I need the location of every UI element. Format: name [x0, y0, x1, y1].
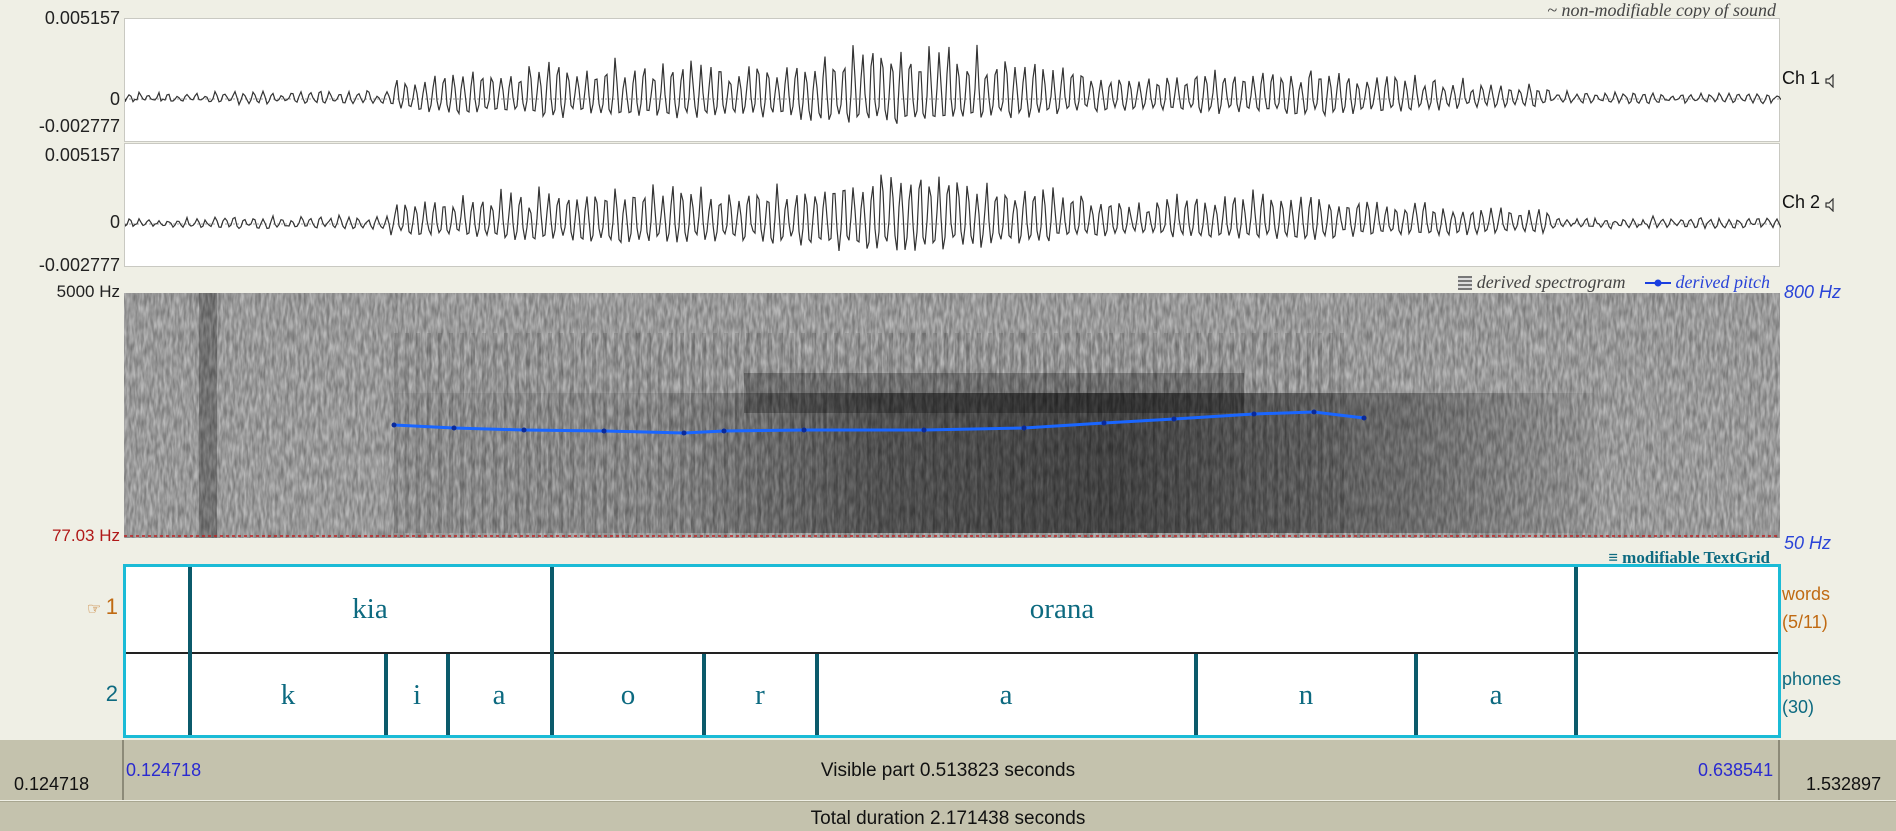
ch2-waveform-trace: [125, 174, 1781, 252]
phone-interval[interactable]: a: [493, 679, 506, 712]
visible-part-label[interactable]: Visible part 0.513823 seconds: [0, 760, 1896, 782]
phone-interval[interactable]: k: [281, 679, 296, 712]
tier-separator: [126, 652, 1778, 654]
pitch-point: [1101, 420, 1107, 426]
channel-1-label[interactable]: Ch 1: [1782, 68, 1837, 89]
phone-boundary[interactable]: [1414, 654, 1418, 735]
word-boundary[interactable]: [1574, 567, 1578, 735]
tier-2-count: (30): [1782, 697, 1815, 717]
phone-boundary[interactable]: [702, 654, 706, 735]
tier-2-number[interactable]: 2: [68, 681, 118, 707]
pitch-top-label: 800 Hz: [1784, 282, 1842, 302]
ch2-max-label: 0.005157: [44, 145, 120, 165]
pitch-legend-icon: [1644, 273, 1671, 294]
phone-interval[interactable]: o: [621, 679, 636, 712]
pitch-point: [681, 430, 687, 436]
tier-1-name[interactable]: words (5/11): [1782, 580, 1830, 636]
pitch-point: [521, 427, 527, 433]
word-boundary[interactable]: [188, 567, 192, 735]
right-divider: [1778, 740, 1780, 800]
pitch-point: [1361, 415, 1367, 421]
phone-interval[interactable]: r: [755, 679, 765, 712]
tier-1-index: 1: [105, 594, 118, 619]
spectrogram-legend-label: derived spectrogram: [1476, 272, 1626, 292]
pitch-point: [1021, 425, 1027, 431]
phone-boundary[interactable]: [384, 654, 388, 735]
phone-boundary[interactable]: [815, 654, 819, 735]
phone-interval[interactable]: a: [1000, 679, 1013, 712]
tier-1-number[interactable]: ☞ 1: [68, 594, 118, 620]
channel-1-text: Ch 1: [1782, 68, 1821, 88]
word-interval[interactable]: kia: [352, 593, 387, 626]
pointing-hand-icon: ☞: [86, 601, 106, 618]
tier-2-name-label: phones: [1782, 669, 1842, 689]
pitch-point: [1311, 409, 1317, 415]
spectrogram-panel[interactable]: [124, 293, 1780, 538]
tier-1-count: (5/11): [1782, 612, 1828, 632]
textgrid-editor[interactable]: kia orana k i a o r a n a: [123, 564, 1781, 738]
total-duration-label[interactable]: Total duration 2.171438 seconds: [0, 808, 1896, 830]
ch1-zero-label: 0: [109, 89, 120, 109]
pitch-point: [921, 427, 927, 433]
channel-2-label[interactable]: Ch 2: [1782, 192, 1837, 213]
spectrogram-top-freq: 5000 Hz: [56, 282, 120, 301]
ch2-min-label: -0.002777: [38, 255, 120, 275]
tier-2-name[interactable]: phones (30): [1782, 665, 1841, 721]
pitch-point: [451, 425, 457, 431]
pitch-point: [601, 428, 607, 434]
speaker-icon[interactable]: [1825, 196, 1837, 213]
phone-boundary[interactable]: [446, 654, 450, 735]
total-duration-bar[interactable]: Total duration 2.171438 seconds: [0, 801, 1896, 831]
visible-part-bar[interactable]: 0.124718 0.124718 Visible part 0.513823 …: [0, 740, 1896, 800]
speaker-icon[interactable]: [1825, 72, 1837, 89]
ch2-zero-label: 0: [109, 212, 120, 232]
visible-end-time[interactable]: 0.638541: [1698, 760, 1773, 781]
pitch-point: [801, 427, 807, 433]
phone-interval[interactable]: a: [1490, 679, 1503, 712]
spectrogram-legend-icon: [1457, 276, 1472, 291]
word-boundary[interactable]: [550, 567, 554, 735]
word-interval[interactable]: orana: [1030, 593, 1094, 626]
ch1-max-label: 0.005157: [44, 8, 120, 28]
tier-1-name-label: words: [1782, 584, 1831, 604]
pitch-point: [391, 422, 397, 428]
pitch-bottom-label: 50 Hz: [1784, 533, 1832, 553]
spectrogram-legend: derived spectrogram derived pitch: [1457, 272, 1770, 294]
pitch-point: [1171, 416, 1177, 422]
channel-2-text: Ch 2: [1782, 192, 1821, 212]
channel-1-waveform[interactable]: [124, 18, 1781, 142]
phone-interval[interactable]: i: [413, 679, 421, 712]
phone-boundary[interactable]: [1194, 654, 1198, 735]
window-end-time[interactable]: 1.532897: [1806, 774, 1881, 795]
phone-interval[interactable]: n: [1299, 679, 1314, 712]
pitch-point: [721, 428, 727, 434]
pitch-legend-label: derived pitch: [1675, 272, 1770, 292]
ch1-min-label: -0.002777: [38, 116, 120, 136]
channel-2-waveform[interactable]: [124, 143, 1781, 267]
ch1-waveform-trace: [125, 44, 1781, 124]
pitch-point: [1251, 411, 1257, 417]
spectrogram-bottom-freq: 77.03 Hz: [51, 526, 120, 545]
